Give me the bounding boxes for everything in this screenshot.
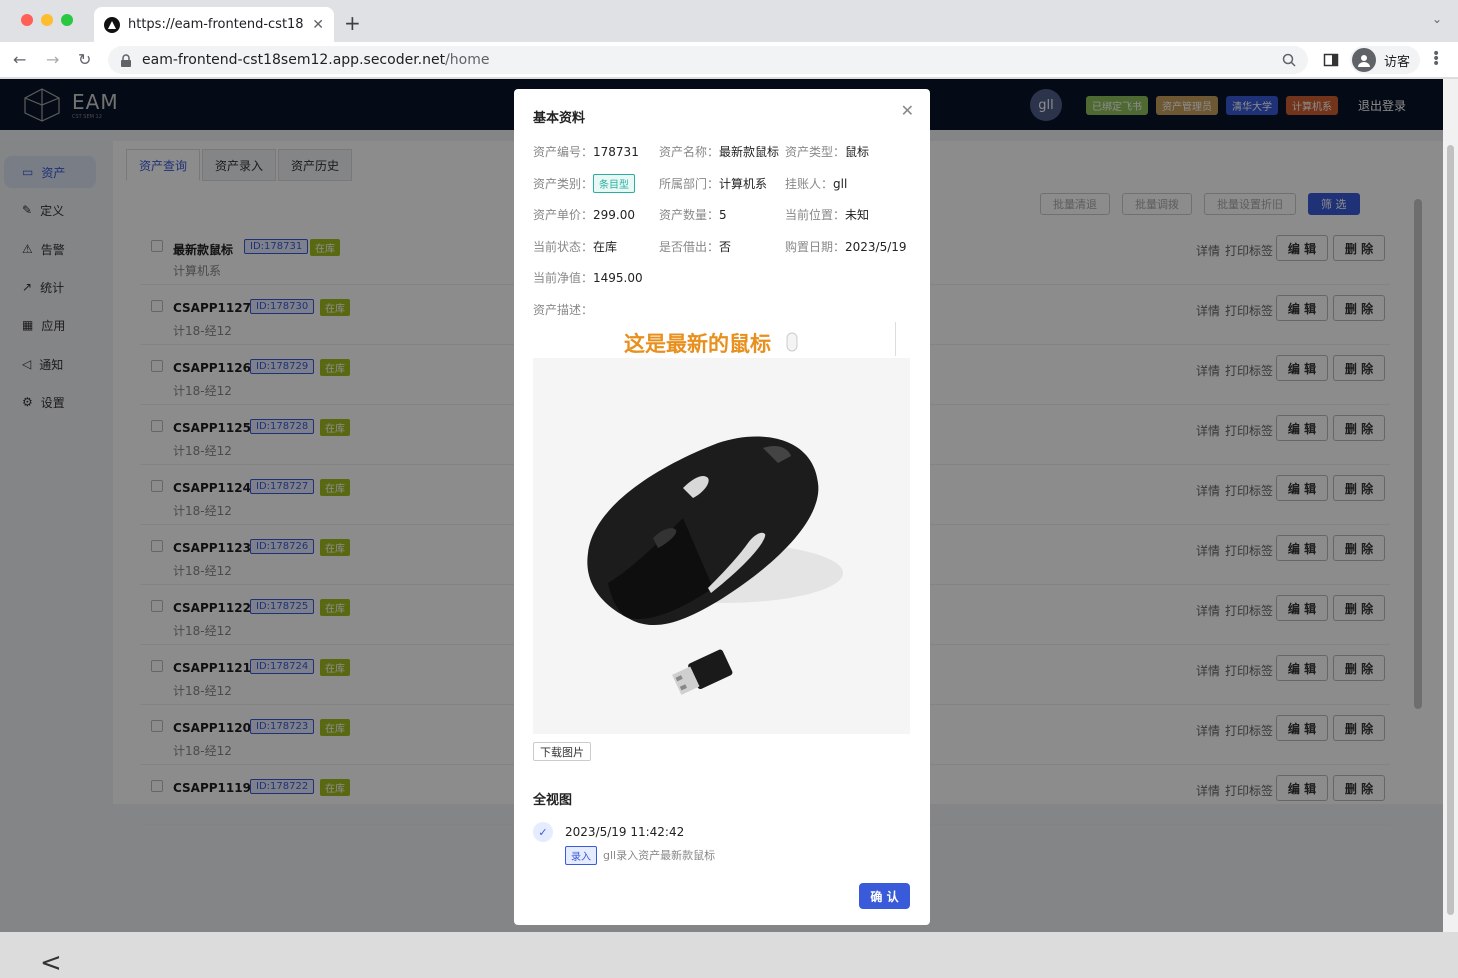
back-arrow-icon[interactable]: ← (13, 50, 26, 69)
side-panel-icon[interactable] (1323, 52, 1339, 68)
check-icon: ✓ (533, 822, 553, 842)
field-asset-category: 资产类别： 条目型 (533, 174, 636, 193)
description-heading-text: 这是最新的鼠标 (624, 332, 771, 356)
browser-tab[interactable]: https://eam-frontend-cst18sem12... ✕ (94, 7, 334, 42)
reload-icon[interactable]: ↻ (78, 50, 91, 69)
description-divider (895, 322, 896, 356)
lock-icon (121, 53, 131, 67)
field-net-value: 当前净值：1495.00 (533, 271, 643, 285)
timeline-time: 2023/5/19 11:42:42 (565, 825, 685, 839)
overview-section-title: 全视图 (533, 793, 573, 808)
field-purchase-date: 购置日期：2023/5/19 (785, 240, 907, 254)
mouse-emoji-icon (786, 332, 798, 352)
timeline-tag: 录入 (565, 846, 597, 865)
browser-toolbar: ← → ↻ eam-frontend-cst18sem12.app.secode… (0, 42, 1458, 78)
maximize-window-button[interactable] (61, 14, 73, 26)
close-window-button[interactable] (21, 14, 33, 26)
field-department: 所属部门：计算机系 (659, 177, 768, 191)
asset-detail-modal: 基本资料 ✕ 资产编号：178731 资产名称：最新款鼠标 资产类型：鼠标 资产… (514, 89, 930, 925)
close-icon[interactable]: ✕ (901, 101, 914, 120)
tab-search-chevron-icon[interactable]: ⌄ (1432, 12, 1442, 26)
field-asset-no: 资产编号：178731 (533, 145, 639, 159)
page-scrollbar[interactable] (1443, 79, 1458, 932)
close-tab-icon[interactable]: ✕ (312, 17, 324, 33)
download-image-button[interactable]: 下载图片 (533, 742, 591, 761)
field-asset-type: 资产类型：鼠标 (785, 145, 870, 159)
field-unit-price: 资产单价：299.00 (533, 208, 636, 222)
profile-label: 访客 (1384, 54, 1411, 70)
timeline-text: gll录入资产最新款鼠标 (603, 849, 716, 862)
modal-title: 基本资料 (533, 111, 586, 126)
description-content: 这是最新的鼠标 (533, 322, 910, 734)
field-description: 资产描述： (533, 303, 594, 317)
new-tab-icon[interactable]: + (344, 11, 361, 35)
field-asset-name: 资产名称：最新款鼠标 (659, 145, 780, 159)
tab-title: https://eam-frontend-cst18sem12... (128, 17, 304, 32)
minimize-window-button[interactable] (41, 14, 53, 26)
field-status: 当前状态：在库 (533, 240, 618, 254)
zoom-icon[interactable] (1282, 53, 1296, 67)
category-tag: 条目型 (593, 174, 636, 193)
field-quantity: 资产数量：5 (659, 208, 727, 222)
page-scrollbar-thumb[interactable] (1447, 145, 1454, 915)
window-controls (21, 14, 73, 26)
url-text: eam-frontend-cst18sem12.app.secoder.net/… (142, 52, 490, 68)
browser-menu-icon[interactable]: • • • (1432, 47, 1440, 71)
field-owner: 挂账人：gll (785, 177, 848, 191)
profile-button[interactable]: 访客 (1350, 46, 1421, 74)
collapse-sidebar-icon[interactable]: < (40, 948, 62, 978)
site-favicon-icon (104, 16, 120, 33)
description-heading: 这是最新的鼠标 (533, 322, 910, 358)
field-borrowed: 是否借出：否 (659, 240, 732, 254)
field-location: 当前位置：未知 (785, 208, 870, 222)
browser-tab-bar: https://eam-frontend-cst18sem12... ✕ + ⌄ (0, 0, 1458, 42)
mouse-photo (533, 358, 910, 734)
profile-avatar-icon (1352, 48, 1376, 72)
confirm-button[interactable]: 确 认 (859, 883, 910, 909)
forward-arrow-icon[interactable]: → (46, 50, 59, 69)
address-bar[interactable]: eam-frontend-cst18sem12.app.secoder.net/… (108, 46, 1308, 74)
